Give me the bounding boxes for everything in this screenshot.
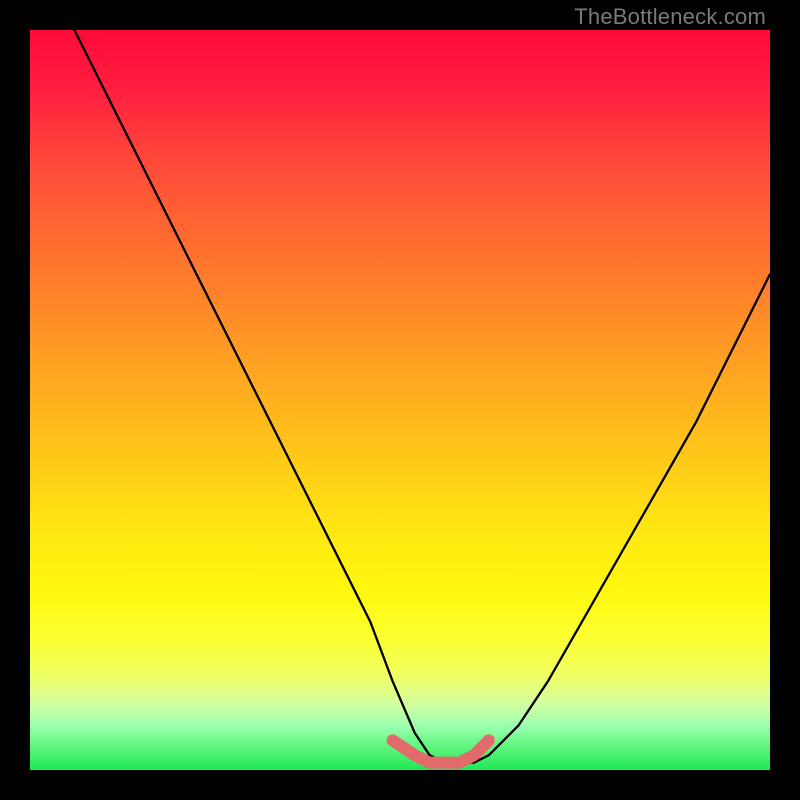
watermark-text: TheBottleneck.com bbox=[574, 4, 766, 30]
plot-area bbox=[30, 30, 770, 770]
curve-layer bbox=[30, 30, 770, 770]
sweet-spot-band bbox=[393, 740, 489, 762]
bottleneck-curve bbox=[74, 30, 770, 763]
chart-frame: TheBottleneck.com bbox=[0, 0, 800, 800]
